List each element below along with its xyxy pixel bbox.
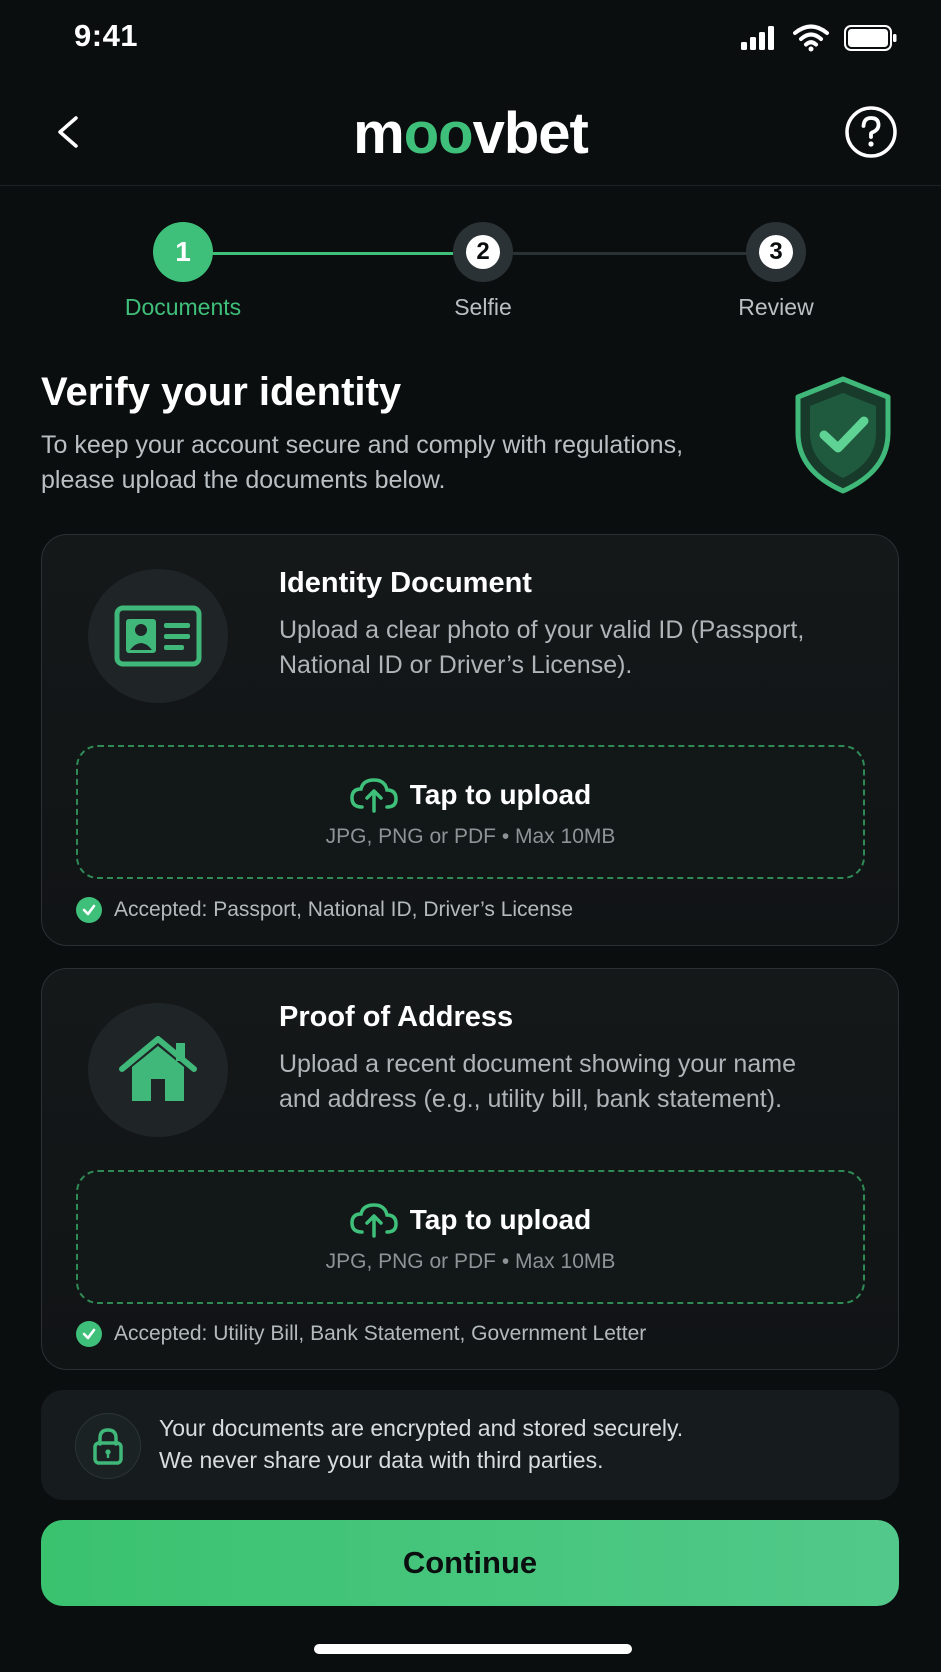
lock-icon-wrap — [75, 1413, 141, 1479]
logo-accent: oo — [403, 101, 474, 166]
help-button[interactable] — [843, 104, 899, 160]
wifi-icon — [793, 24, 829, 52]
cloud-upload-icon — [350, 1203, 398, 1238]
cloud-upload-icon — [350, 778, 398, 813]
house-icon-wrap — [88, 1003, 228, 1137]
help-icon — [845, 106, 897, 158]
progress-stepper: 1 Documents 2 Selfie 3 Review — [0, 222, 941, 332]
house-icon — [119, 1036, 197, 1101]
check-circle-icon — [76, 897, 102, 923]
address-upload-zone[interactable]: Tap to upload JPG, PNG or PDF • Max 10MB — [76, 1170, 865, 1304]
id-card-icon-wrap — [88, 569, 228, 703]
upload-hint: JPG, PNG or PDF • Max 10MB — [325, 825, 616, 848]
page-title: Verify your identity — [41, 370, 402, 414]
accepted-documents: Accepted: Utility Bill, Bank Statement, … — [76, 1321, 646, 1347]
proof-of-address-card: Proof of Address Upload a recent documen… — [41, 968, 899, 1370]
step-1-label: Documents — [124, 294, 242, 320]
home-indicator — [314, 1644, 632, 1654]
step-2-number: 2 — [466, 235, 500, 269]
security-line-2: We never share your data with third part… — [159, 1447, 604, 1473]
security-note: Your documents are encrypted and stored … — [41, 1390, 899, 1500]
accepted-text: Accepted: Utility Bill, Bank Statement, … — [114, 1322, 647, 1345]
security-line-1: Your documents are encrypted and stored … — [159, 1415, 684, 1441]
status-icons — [739, 24, 899, 52]
status-time: 9:41 — [74, 18, 139, 53]
check-circle-icon — [76, 1321, 102, 1347]
identity-document-card: Identity Document Upload a clear photo o… — [41, 534, 899, 946]
step-connector-1 — [213, 252, 453, 255]
signal-icon — [741, 26, 774, 50]
page-subtitle: To keep your account secure and comply w… — [41, 431, 684, 494]
header: moovbet — [0, 80, 941, 186]
step-3-circle: 3 — [746, 222, 806, 282]
upload-main: Tap to upload — [78, 777, 863, 813]
accepted-documents: Accepted: Passport, National ID, Driver’… — [76, 897, 573, 923]
upload-label: Tap to upload — [409, 1204, 592, 1235]
battery-icon — [844, 25, 897, 51]
logo-prefix: m — [353, 101, 405, 166]
moovbet-logo: moovbet — [0, 100, 941, 167]
upload-label: Tap to upload — [409, 779, 592, 810]
proof-of-address-title: Proof of Address — [279, 1001, 514, 1033]
continue-button[interactable]: Continue — [41, 1520, 899, 1606]
step-1-circle: 1 — [153, 222, 213, 282]
shield-check-icon — [795, 376, 891, 494]
logo-suffix: vbet — [472, 101, 589, 166]
step-connector-2 — [513, 252, 747, 255]
step-2-label: Selfie — [454, 294, 512, 320]
lock-icon — [93, 1428, 123, 1465]
accepted-text: Accepted: Passport, National ID, Driver’… — [114, 898, 574, 921]
security-text: Your documents are encrypted and stored … — [159, 1412, 859, 1476]
upload-hint: JPG, PNG or PDF • Max 10MB — [325, 1250, 616, 1273]
step-2-circle: 2 — [453, 222, 513, 282]
step-1-number: 1 — [175, 236, 191, 267]
identity-document-title: Identity Document — [279, 567, 532, 599]
upload-main: Tap to upload — [78, 1202, 863, 1238]
id-card-icon — [114, 605, 202, 667]
proof-of-address-description: Upload a recent document showing your na… — [279, 1050, 796, 1113]
status-bar: 9:41 — [0, 0, 941, 80]
step-3-number: 3 — [759, 235, 793, 269]
identity-upload-zone[interactable]: Tap to upload JPG, PNG or PDF • Max 10MB — [76, 745, 865, 879]
identity-document-description: Upload a clear photo of your valid ID (P… — [279, 616, 805, 679]
step-3-label: Review — [738, 294, 814, 320]
